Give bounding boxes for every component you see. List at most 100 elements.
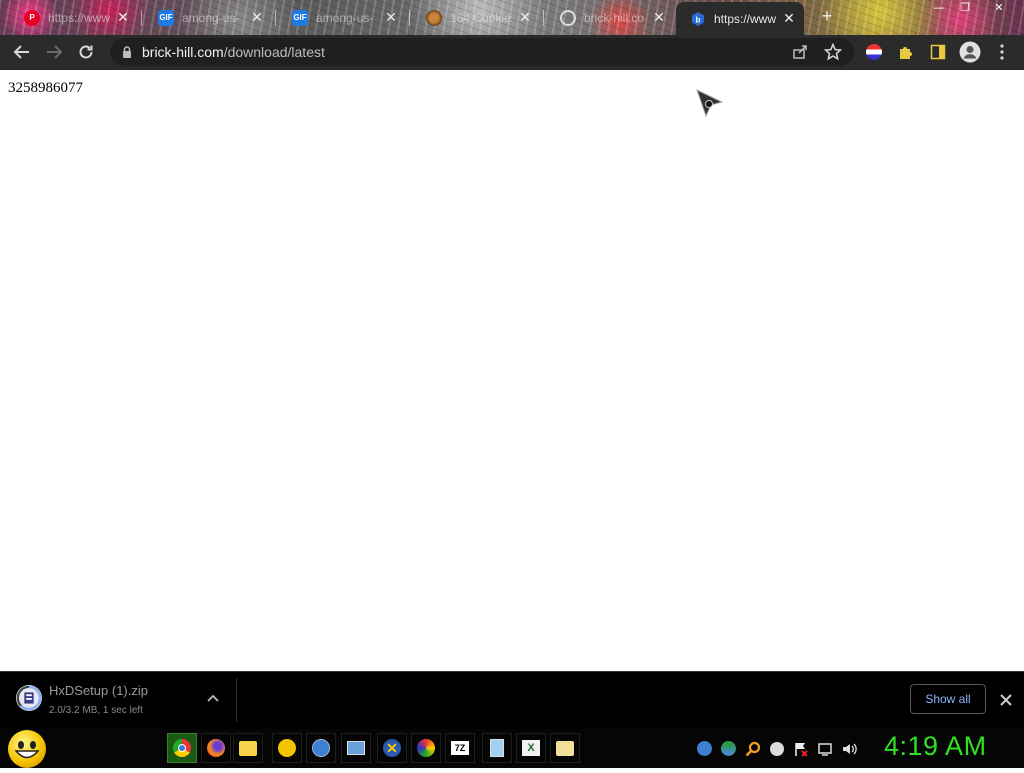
cookie-icon bbox=[426, 9, 442, 26]
taskbar-file-manager[interactable] bbox=[233, 733, 263, 763]
tab-title: https://www. bbox=[714, 11, 776, 26]
forward-arrow-icon bbox=[47, 45, 63, 59]
download-progress-ring bbox=[16, 685, 42, 711]
tab-3[interactable]: GIF among-us- ✕ bbox=[278, 2, 406, 33]
taskbar-qbittorrent[interactable] bbox=[306, 733, 336, 763]
excel-icon: X bbox=[522, 740, 540, 756]
tray-flag-icon[interactable] bbox=[792, 740, 809, 757]
taskbar-xnview[interactable]: ✕ bbox=[377, 733, 407, 763]
download-item[interactable] bbox=[16, 685, 42, 711]
tab-6-active[interactable]: b https://www. ✕ bbox=[676, 2, 804, 35]
taskbar-chrome[interactable] bbox=[167, 733, 197, 763]
tab-separator bbox=[543, 10, 544, 26]
bookmark-star-icon[interactable] bbox=[824, 43, 842, 61]
emoji-app-icon bbox=[278, 739, 296, 757]
share-icon[interactable] bbox=[792, 44, 808, 60]
tray-search-icon[interactable] bbox=[744, 740, 761, 757]
download-bar: HxDSetup (1).zip 2.0/3.2 MB, 1 sec left … bbox=[0, 671, 1024, 730]
close-tab-icon[interactable]: ✕ bbox=[652, 9, 666, 26]
volume-icon[interactable] bbox=[840, 740, 857, 757]
taskbar-firefox[interactable] bbox=[201, 733, 231, 763]
tray-qbittorrent-icon[interactable] bbox=[696, 740, 713, 757]
restore-icon[interactable]: ❐ bbox=[954, 0, 976, 16]
page-text: 3258986077 bbox=[8, 80, 83, 96]
download-file-name[interactable]: HxDSetup (1).zip bbox=[49, 683, 148, 698]
close-tab-icon[interactable]: ✕ bbox=[782, 10, 796, 27]
avatar-icon bbox=[959, 41, 981, 63]
profile-button[interactable] bbox=[956, 38, 984, 66]
close-icon[interactable] bbox=[996, 690, 1016, 710]
svg-text:b: b bbox=[696, 15, 701, 24]
url-host: brick-hill.com bbox=[142, 44, 224, 60]
7zip-icon: 7Z bbox=[451, 741, 469, 755]
tab-title: among-us- bbox=[316, 10, 374, 25]
menu-button[interactable] bbox=[988, 38, 1016, 66]
tab-1[interactable]: P https://www. ✕ bbox=[10, 2, 138, 33]
tab-title: 164 Cookies bbox=[450, 10, 512, 25]
back-button[interactable] bbox=[8, 38, 36, 66]
folder-icon bbox=[556, 740, 574, 756]
screenshot-icon bbox=[347, 741, 365, 755]
kebab-menu-icon bbox=[1000, 44, 1004, 60]
taskbar-folder[interactable] bbox=[550, 733, 580, 763]
side-panel-button[interactable] bbox=[924, 38, 952, 66]
tab-strip: P https://www. ✕ GIF among-us- ✕ GIF amo… bbox=[0, 0, 1024, 35]
close-tab-icon[interactable]: ✕ bbox=[116, 9, 130, 26]
mouse-cursor-icon bbox=[696, 89, 724, 118]
show-all-button[interactable]: Show all bbox=[910, 684, 986, 714]
close-tab-icon[interactable]: ✕ bbox=[518, 9, 532, 26]
url-text: brick-hill.com/download/latest bbox=[142, 44, 325, 60]
tray-chat-icon[interactable] bbox=[768, 740, 785, 757]
chrome-icon bbox=[173, 739, 191, 757]
google-icon bbox=[560, 9, 576, 26]
puzzle-icon bbox=[900, 47, 912, 59]
tab-title: https://www. bbox=[48, 10, 110, 25]
taskbar-paint[interactable] bbox=[411, 733, 441, 763]
extension-flag-button[interactable] bbox=[860, 38, 888, 66]
back-arrow-icon bbox=[13, 45, 29, 59]
new-tab-button[interactable]: + bbox=[817, 6, 837, 26]
gif-icon: GIF bbox=[158, 9, 174, 26]
browser-toolbar: brick-hill.com/download/latest bbox=[0, 35, 1024, 70]
taskbar-screenshot[interactable] bbox=[341, 733, 371, 763]
side-panel-icon bbox=[930, 44, 946, 60]
qbittorrent-icon bbox=[312, 739, 330, 757]
smiley-icon bbox=[14, 741, 40, 759]
tab-title: brick-hill.co bbox=[584, 10, 645, 25]
paint-icon bbox=[417, 739, 435, 757]
page-content: 3258986077 bbox=[0, 70, 1024, 671]
reload-button[interactable] bbox=[72, 38, 100, 66]
gif-icon: GIF bbox=[292, 9, 308, 26]
tray-network-icon[interactable] bbox=[720, 740, 737, 757]
tray-display-icon[interactable] bbox=[816, 740, 833, 757]
tab-separator bbox=[409, 10, 410, 26]
minimize-icon[interactable]: — bbox=[928, 0, 950, 16]
close-tab-icon[interactable]: ✕ bbox=[384, 9, 398, 26]
tab-title: among-us- bbox=[182, 10, 240, 25]
taskbar-7zip[interactable]: 7Z bbox=[445, 733, 475, 763]
tab-2[interactable]: GIF among-us- ✕ bbox=[144, 2, 272, 33]
file-manager-icon bbox=[239, 740, 257, 756]
xnview-icon: ✕ bbox=[383, 739, 401, 757]
start-button[interactable] bbox=[8, 730, 46, 768]
taskbar: ✕ 7Z X 4:19 AM bbox=[0, 729, 1024, 768]
extensions-button[interactable] bbox=[892, 38, 920, 66]
taskbar-clock[interactable]: 4:19 AM bbox=[884, 731, 987, 762]
forward-button[interactable] bbox=[40, 38, 68, 66]
divider bbox=[236, 678, 237, 722]
close-tab-icon[interactable]: ✕ bbox=[250, 9, 264, 26]
taskbar-emoji-app[interactable] bbox=[272, 733, 302, 763]
tab-separator bbox=[275, 10, 276, 26]
chevron-up-icon[interactable] bbox=[204, 690, 222, 708]
pinterest-icon: P bbox=[24, 9, 40, 26]
close-window-icon[interactable]: ✕ bbox=[988, 0, 1010, 16]
url-path: /download/latest bbox=[223, 44, 325, 60]
tab-5[interactable]: brick-hill.co ✕ bbox=[546, 2, 674, 33]
address-bar[interactable]: brick-hill.com/download/latest bbox=[110, 38, 854, 66]
flag-icon bbox=[866, 44, 882, 60]
firefox-icon bbox=[207, 739, 225, 757]
taskbar-notepad[interactable] bbox=[482, 733, 512, 763]
notepad-icon bbox=[490, 739, 504, 757]
tab-4[interactable]: 164 Cookies ✕ bbox=[412, 2, 540, 33]
taskbar-excel[interactable]: X bbox=[516, 733, 546, 763]
